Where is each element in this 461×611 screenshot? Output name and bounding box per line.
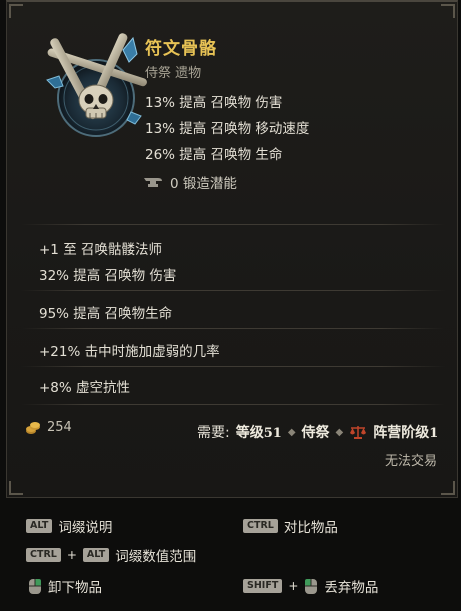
divider <box>21 290 445 291</box>
item-name: 符文骨骼 <box>145 39 217 59</box>
separator-dot: ◆ <box>335 426 344 438</box>
item-tooltip: 符文骨骼 侍祭 遗物 13% 提高 召唤物 伤害 13% 提高 召唤物 移动速度… <box>6 0 458 498</box>
hint-compare: CTRL 对比物品 <box>243 516 338 536</box>
implicit-stat: 13% 提高 召唤物 伤害 <box>145 95 283 111</box>
plus-sign: + <box>66 548 77 562</box>
frame-corner <box>9 481 23 495</box>
alt-key: ALT <box>26 519 53 533</box>
requirements: 需要: 等级51 ◆ 侍祭 ◆ 阵营阶级1 <box>197 422 438 442</box>
ctrl-key: CTRL <box>243 519 278 533</box>
divider <box>21 366 445 367</box>
relic-skull-bones-icon <box>46 33 147 137</box>
separator-dot: ◆ <box>287 426 296 438</box>
affix: +8% 虚空抗性 <box>39 380 131 396</box>
shift-key: SHIFT <box>243 579 283 593</box>
gold-amount: 254 <box>47 420 72 435</box>
plus-sign: + <box>288 579 299 593</box>
affix: 95% 提高 召唤物生命 <box>39 306 173 322</box>
gold-value: 254 <box>25 420 72 435</box>
forging-potential: 0 锻造潜能 <box>143 172 237 192</box>
keybind-hints: ALT 词缀说明 CTRL 对比物品 CTRL + ALT 词缀数值范围 卸下物… <box>0 500 461 611</box>
untradable-label: 无法交易 <box>384 454 437 469</box>
hint-affix-range: CTRL + ALT 词缀数值范围 <box>26 545 196 565</box>
requirement-class: 侍祭 <box>301 425 330 441</box>
implicit-stat: 13% 提高 召唤物 移动速度 <box>145 121 310 137</box>
hint-label: 词缀数值范围 <box>115 549 197 565</box>
right-mouse-icon <box>29 578 41 594</box>
requirement-faction: 阵营阶级1 <box>373 425 439 441</box>
divider <box>21 328 445 329</box>
ctrl-key: CTRL <box>26 548 61 562</box>
faction-scales-icon <box>350 426 367 439</box>
affix: +21% 击中时施加虚弱的几率 <box>39 344 220 360</box>
anvil-icon <box>144 178 162 187</box>
left-mouse-icon <box>305 578 318 594</box>
implicit-stat: 26% 提高 召唤物 生命 <box>145 147 283 163</box>
hint-label: 卸下物品 <box>48 580 102 596</box>
item-type: 侍祭 遗物 <box>145 66 202 81</box>
gold-coins-icon <box>26 421 40 434</box>
divider <box>21 224 445 225</box>
hint-unequip: 卸下物品 <box>28 576 102 596</box>
alt-key: ALT <box>82 548 110 562</box>
requirement-level: 等级51 <box>235 425 282 441</box>
requirements-label: 需要: <box>197 425 230 441</box>
frame-corner <box>441 481 455 495</box>
hint-drop: SHIFT + 丢弃物品 <box>243 576 378 596</box>
hint-label: 丢弃物品 <box>324 580 379 596</box>
forging-potential-text: 0 锻造潜能 <box>170 176 237 192</box>
item-header: 符文骨骼 侍祭 遗物 13% 提高 召唤物 伤害 13% 提高 召唤物 移动速度… <box>7 2 459 222</box>
divider <box>21 404 445 405</box>
hint-label: 对比物品 <box>283 520 338 536</box>
hint-affix-description: ALT 词缀说明 <box>26 516 112 536</box>
affix: +1 至 召唤骷髅法师 <box>39 242 162 258</box>
hint-label: 词缀说明 <box>58 520 113 536</box>
affix: 32% 提高 召唤物 伤害 <box>39 268 177 284</box>
